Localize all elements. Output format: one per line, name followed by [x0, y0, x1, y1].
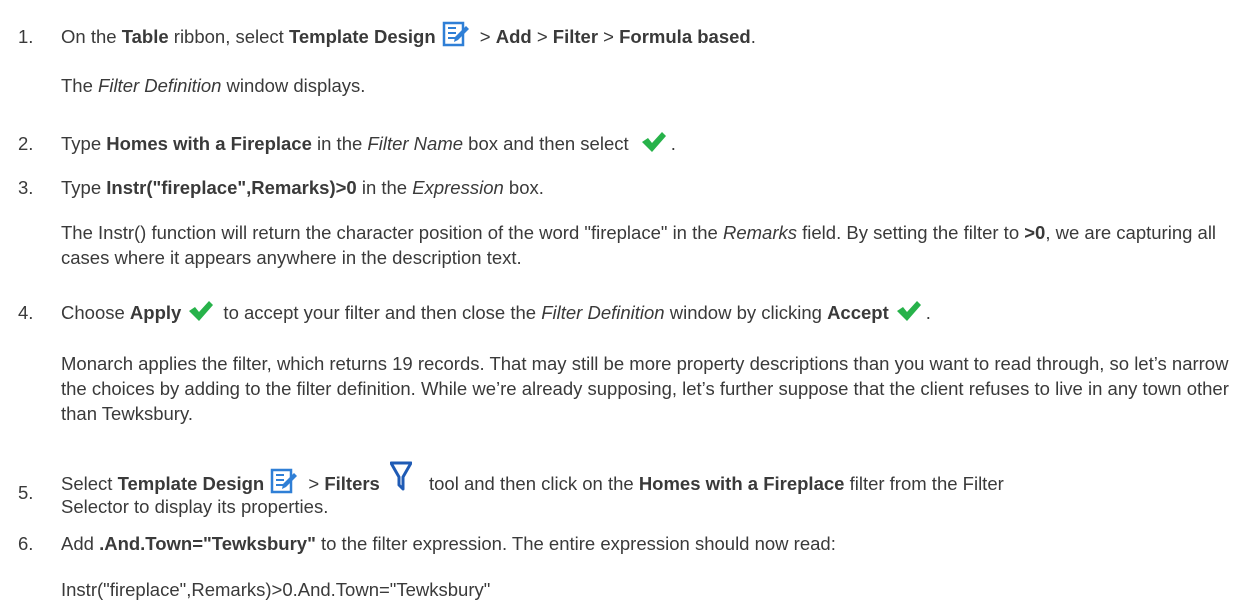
text-run: . [925, 302, 931, 323]
text-run: . [750, 26, 756, 47]
step-number: 2. [18, 133, 34, 154]
text-run: in the [311, 133, 368, 154]
step-6-text: Add .And.Town="Tewksbury" to the filter … [61, 533, 836, 555]
step-3-text: Type Instr("fireplace",Remarks)>0 in the… [61, 177, 544, 199]
bold-text: Homes with a Fireplace [106, 133, 312, 154]
bold-text: Homes with a Fireplace [638, 473, 845, 494]
step-number: 4. [18, 302, 34, 323]
text-run: to accept your filter and then close the [218, 302, 542, 323]
bold-text: Table [121, 26, 169, 47]
step-number: 1. [18, 26, 34, 47]
bold-text: Filters [324, 473, 380, 494]
step-4-text: Choose Apply to accept your filter and t… [61, 299, 931, 324]
text-run: window by clicking [664, 302, 828, 323]
step-4-note: Monarch applies the filter, which return… [61, 351, 1231, 426]
text-run: box and then select [463, 133, 634, 154]
text-run: in the [356, 177, 413, 198]
text-run: to the filter expression. The entire exp… [315, 533, 836, 554]
italic-text: Expression [412, 177, 504, 198]
text-run: On the [61, 26, 122, 47]
step-2-text: Type Homes with a Fireplace in the Filte… [61, 130, 676, 155]
checkmark-icon [640, 130, 667, 154]
step-1-text: On the Table ribbon, select Template Des… [61, 21, 756, 48]
step-number: 6. [18, 533, 34, 554]
italic-text: Filter Definition [98, 75, 222, 96]
step-number: 3. [18, 177, 34, 198]
bold-text: Formula based [619, 26, 751, 47]
text-run: Select [61, 473, 118, 494]
text-run: box. [503, 177, 544, 198]
bold-text: Accept [827, 302, 889, 323]
text-run: Instr("fireplace",Remarks)>0.And.Town="T… [61, 579, 491, 600]
template-design-icon [442, 20, 469, 47]
italic-text: Filter Definition [541, 302, 665, 323]
filter-funnel-icon [389, 461, 412, 491]
checkmark-icon [187, 299, 214, 323]
instructions-document: 1. On the Table ribbon, select Template … [0, 0, 1254, 601]
text-run: field. By setting the filter to [797, 222, 1025, 243]
template-design-icon [270, 467, 298, 494]
text-run: Add [61, 533, 100, 554]
italic-text: Remarks [722, 222, 797, 243]
checkmark-icon [895, 299, 922, 323]
text-run: > [598, 26, 620, 47]
bold-text: Filter [552, 26, 599, 47]
bold-text: >0 [1024, 222, 1046, 243]
text-run: ribbon, select [168, 26, 289, 47]
bold-text: Template Design [288, 26, 436, 47]
text-run: Monarch applies the filter, which return… [61, 353, 1229, 424]
bold-text: Template Design [117, 473, 265, 494]
italic-text: Filter Name [367, 133, 464, 154]
text-run: The [61, 75, 99, 96]
step-3-note: The Instr() function will return the cha… [61, 220, 1231, 270]
text-run: > [303, 473, 325, 494]
step-6-expression: Instr("fireplace",Remarks)>0.And.Town="T… [61, 579, 490, 601]
text-run: Choose [61, 302, 130, 323]
text-run: > [531, 26, 553, 47]
text-run: Type [61, 133, 107, 154]
bold-text: Add [495, 26, 532, 47]
text-run: . [670, 133, 676, 154]
bold-text: Instr("fireplace",Remarks)>0 [106, 177, 357, 198]
bold-text: Apply [129, 302, 182, 323]
text-run: Type [61, 177, 107, 198]
text-run: window displays. [221, 75, 366, 96]
text-run: The Instr() function will return the cha… [61, 222, 723, 243]
step-5-text: Select Template Design > Filters tool an… [61, 461, 1061, 518]
text-run: > [474, 26, 496, 47]
text-run: tool and then click on the [423, 473, 639, 494]
step-number: 5. [18, 482, 34, 503]
bold-text: .And.Town="Tewksbury" [99, 533, 316, 554]
step-1-note: The Filter Definition window displays. [61, 75, 365, 97]
